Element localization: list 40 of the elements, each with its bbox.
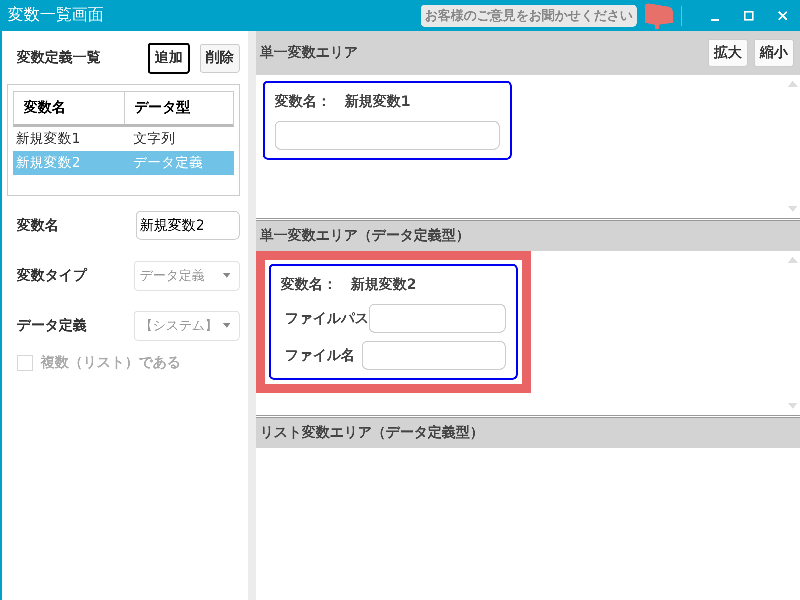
field-label: 変数タイプ: [16, 266, 87, 285]
name-label: 変数名：: [275, 93, 331, 111]
table-cell-text: 新規変数1: [15, 130, 82, 148]
field-label: ファイル名: [284, 346, 355, 364]
mailbox-icon[interactable]: [643, 2, 675, 28]
name-label: 変数名：: [281, 276, 337, 294]
scroll-down-icon[interactable]: [788, 206, 798, 212]
input-field[interactable]: [275, 121, 500, 150]
field-label: 変数名: [16, 216, 59, 235]
splitter-handle[interactable]: [248, 31, 256, 600]
field-label: ファイルパス: [284, 310, 369, 328]
zoom-button[interactable]: 拡大: [708, 38, 748, 68]
section-title: リスト変数エリア（データ定義型）: [260, 424, 485, 443]
caret-icon: [223, 273, 231, 278]
scroll-up-icon[interactable]: [788, 257, 798, 263]
variable-name: 新規変数2: [351, 276, 417, 294]
list-title: 変数定義一覧: [16, 49, 102, 68]
maximize-icon[interactable]: [742, 8, 756, 22]
column-header[interactable]: データ型: [124, 92, 233, 124]
section-title: 単一変数エリア（データ定義型）: [260, 226, 471, 246]
close-icon[interactable]: [776, 8, 790, 22]
section-title: 単一変数エリア: [260, 44, 359, 63]
table-row[interactable]: 新規変数1 文字列: [13, 126, 234, 151]
table-cell-text: 文字列: [132, 130, 176, 148]
table-cell-text: 新規変数2: [15, 154, 82, 172]
checkbox-label: 複数（リスト）である: [41, 354, 181, 372]
toolbar-button[interactable]: 削除: [200, 44, 240, 73]
scroll-up-icon[interactable]: [788, 81, 798, 87]
variable-name: 新規変数1: [345, 93, 411, 111]
input-field[interactable]: [362, 341, 506, 370]
scroll-down-icon[interactable]: [788, 403, 798, 409]
column-header[interactable]: 変数名: [14, 92, 124, 124]
name-field[interactable]: 新規変数2: [136, 211, 240, 240]
toolbar-button[interactable]: 追加: [148, 43, 190, 74]
zoom-button[interactable]: 縮小: [754, 38, 794, 68]
window-title: 変数一覧画面: [8, 5, 105, 26]
input-field[interactable]: [369, 304, 506, 333]
table-cell-text: データ定義: [132, 154, 204, 172]
field-label: データ定義: [16, 316, 87, 335]
caret-icon: [223, 323, 231, 328]
